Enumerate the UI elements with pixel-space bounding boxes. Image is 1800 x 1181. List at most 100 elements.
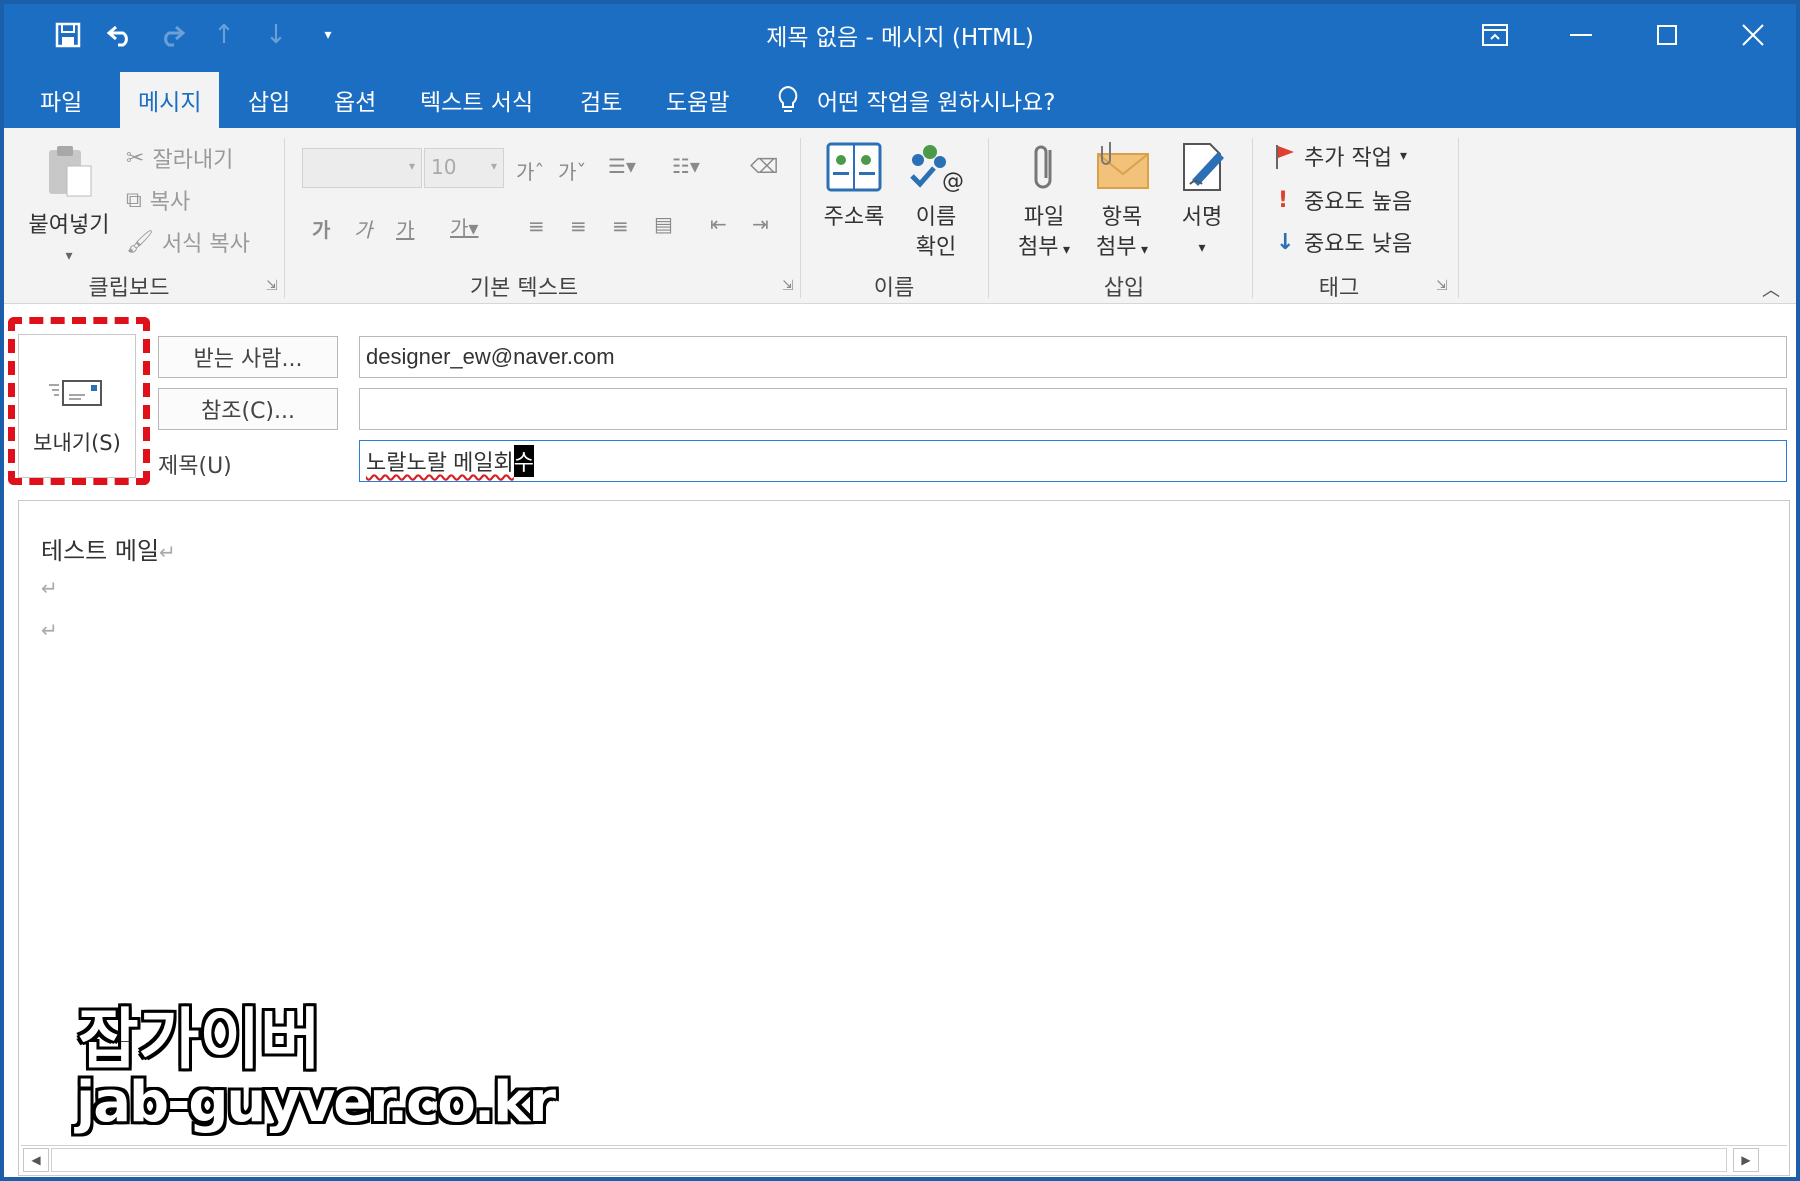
attach-item-label-1: 항목 — [1101, 205, 1143, 230]
font-size-value: 10 — [431, 155, 457, 179]
signature-button[interactable]: 서명 ▾ — [1166, 140, 1238, 263]
body-line-3: ↵ — [41, 615, 58, 643]
lightbulb-icon — [778, 85, 798, 112]
attach-item-dropdown-icon[interactable]: ▾ — [1137, 242, 1148, 258]
cc-field[interactable] — [359, 388, 1787, 430]
tell-me-text: 어떤 작업을 원하시나요? — [817, 90, 1056, 116]
address-book-button[interactable]: 주소록 — [816, 140, 892, 233]
attach-file-dropdown-icon[interactable]: ▾ — [1059, 242, 1070, 258]
format-painter-icon: 🖌 — [126, 229, 154, 255]
decrease-indent-icon[interactable]: ⇤ — [710, 212, 727, 236]
align-left-icon[interactable]: ≡ — [528, 214, 545, 238]
cut-button[interactable]: ✂ 잘라내기 — [126, 142, 233, 174]
separator — [1252, 138, 1253, 298]
body-line-2: ↵ — [41, 573, 58, 601]
cc-button[interactable]: 참조(C)... — [158, 388, 338, 430]
tab-file[interactable]: 파일 — [22, 72, 100, 128]
paste-label: 붙여넣기 — [28, 213, 110, 238]
tab-insert[interactable]: 삽입 — [230, 72, 308, 128]
clear-formatting-icon[interactable]: ⌫ — [750, 154, 778, 178]
scroll-track[interactable] — [51, 1148, 1727, 1172]
check-names-button[interactable]: @ 이름 확인 — [900, 140, 972, 263]
tab-help[interactable]: 도움말 — [648, 72, 747, 128]
check-names-icon: @ — [910, 145, 964, 194]
send-highlight-annotation — [8, 317, 150, 485]
align-center-icon[interactable]: ≡ — [570, 214, 587, 238]
ribbon-display-options-icon[interactable] — [1452, 4, 1538, 66]
exclamation-icon: ! — [1278, 187, 1289, 213]
ribbon-tabs: 파일 메시지 삽입 옵션 텍스트 서식 검토 도움말 어떤 작업을 원하시나요? — [4, 66, 1796, 128]
minimize-icon[interactable] — [1538, 4, 1624, 66]
outlook-compose-window: ↑ ↓ ▾ 제목 없음 - 메시지 (HTML) 파일 메시지 삽입 옵션 텍스… — [2, 2, 1798, 1179]
clipboard-launcher-icon[interactable]: ⇲ — [266, 278, 278, 294]
tab-options[interactable]: 옵션 — [316, 72, 394, 128]
tab-message[interactable]: 메시지 — [120, 72, 220, 128]
scissors-icon: ✂ — [126, 145, 145, 171]
tags-launcher-icon[interactable]: ⇲ — [1436, 278, 1448, 294]
signature-icon — [1183, 143, 1224, 191]
attach-file-button[interactable]: 파일 첨부 ▾ — [1008, 140, 1080, 265]
svg-text:@: @ — [942, 169, 964, 194]
copy-icon: ⧉ — [126, 187, 142, 213]
underline-icon[interactable]: 가 — [396, 214, 414, 243]
copy-button[interactable]: ⧉ 복사 — [126, 184, 190, 216]
basic-text-group-label: 기본 텍스트 — [469, 276, 579, 301]
address-book-label: 주소록 — [823, 205, 885, 230]
separator — [284, 138, 285, 298]
horizontal-scrollbar[interactable]: ◀ ▶ — [21, 1145, 1787, 1173]
window-controls — [1452, 4, 1796, 66]
signature-label: 서명 — [1181, 205, 1223, 230]
numbering-icon[interactable]: ☷▾ — [672, 154, 700, 178]
watermark-url: jab-guyver.co.kr — [76, 1070, 556, 1135]
close-icon[interactable] — [1710, 4, 1796, 66]
font-name-combo[interactable]: ▾ — [302, 148, 422, 188]
justify-icon[interactable]: ▤ — [654, 212, 673, 236]
paste-button[interactable]: 붙여넣기 ▾ — [24, 142, 114, 271]
paragraph-mark-icon: ↵ — [159, 540, 176, 564]
separator — [800, 138, 801, 298]
italic-icon[interactable]: 가 — [354, 214, 372, 243]
bold-icon[interactable]: 가 — [312, 214, 330, 243]
to-field[interactable]: designer_ew@naver.com — [359, 336, 1787, 378]
body-line-1-text: 테스트 메일 — [41, 537, 160, 565]
copy-label: 복사 — [149, 190, 191, 215]
bullets-icon[interactable]: ☰▾ — [608, 154, 636, 178]
to-button[interactable]: 받는 사람... — [158, 336, 338, 378]
maximize-icon[interactable] — [1624, 4, 1710, 66]
check-names-label-2: 확인 — [915, 235, 957, 260]
ribbon: 붙여넣기 ▾ ✂ 잘라내기 ⧉ 복사 🖌 서식 복사 클립보드 ⇲ ▾ 10 ▾… — [4, 128, 1796, 304]
align-right-icon[interactable]: ≡ — [612, 214, 629, 238]
font-color-icon[interactable]: 가▾ — [450, 212, 478, 241]
basic-text-launcher-icon[interactable]: ⇲ — [782, 278, 794, 294]
tags-group-label: 태그 — [1318, 276, 1360, 301]
low-importance-button[interactable]: ↓ 중요도 낮음 — [1276, 226, 1412, 258]
low-importance-label: 중요도 낮음 — [1304, 232, 1413, 257]
clipboard-group-label: 클립보드 — [88, 276, 170, 301]
subject-field[interactable]: 노랄노랄 메일회 수 — [359, 440, 1787, 482]
paragraph-mark-icon: ↵ — [41, 618, 58, 642]
format-painter-button[interactable]: 🖌 서식 복사 — [126, 226, 250, 258]
signature-dropdown-icon[interactable]: ▾ — [1166, 233, 1238, 263]
names-group-label: 이름 — [873, 276, 915, 301]
shrink-font-icon[interactable]: 가ˇ — [558, 156, 586, 185]
grow-font-icon[interactable]: 가ˆ — [516, 156, 544, 185]
scroll-right-icon[interactable]: ▶ — [1733, 1148, 1759, 1172]
attach-item-button[interactable]: 항목 첨부 ▾ — [1086, 140, 1158, 265]
high-importance-button[interactable]: ! 중요도 높음 — [1278, 184, 1412, 216]
subject-selected-text: 수 — [513, 445, 535, 477]
paste-dropdown-icon[interactable]: ▾ — [24, 241, 114, 271]
attach-file-label-1: 파일 — [1023, 205, 1065, 230]
tell-me-search[interactable]: 어떤 작업을 원하시나요? — [777, 72, 1055, 128]
tab-review[interactable]: 검토 — [562, 72, 640, 128]
scroll-left-icon[interactable]: ◀ — [23, 1148, 49, 1172]
paragraph-mark-icon: ↵ — [41, 576, 58, 600]
address-book-icon — [826, 142, 882, 192]
font-size-combo[interactable]: 10 ▾ — [424, 148, 504, 188]
body-line-1: 테스트 메일↵ — [41, 531, 176, 566]
follow-up-dropdown-icon[interactable]: ▾ — [1400, 148, 1407, 164]
envelope-attach-icon — [1097, 142, 1149, 189]
increase-indent-icon[interactable]: ⇥ — [752, 212, 769, 236]
collapse-ribbon-icon[interactable]: ︿ — [1762, 276, 1780, 302]
tab-format-text[interactable]: 텍스트 서식 — [402, 72, 551, 128]
follow-up-button[interactable]: 추가 작업 ▾ — [1274, 140, 1407, 172]
